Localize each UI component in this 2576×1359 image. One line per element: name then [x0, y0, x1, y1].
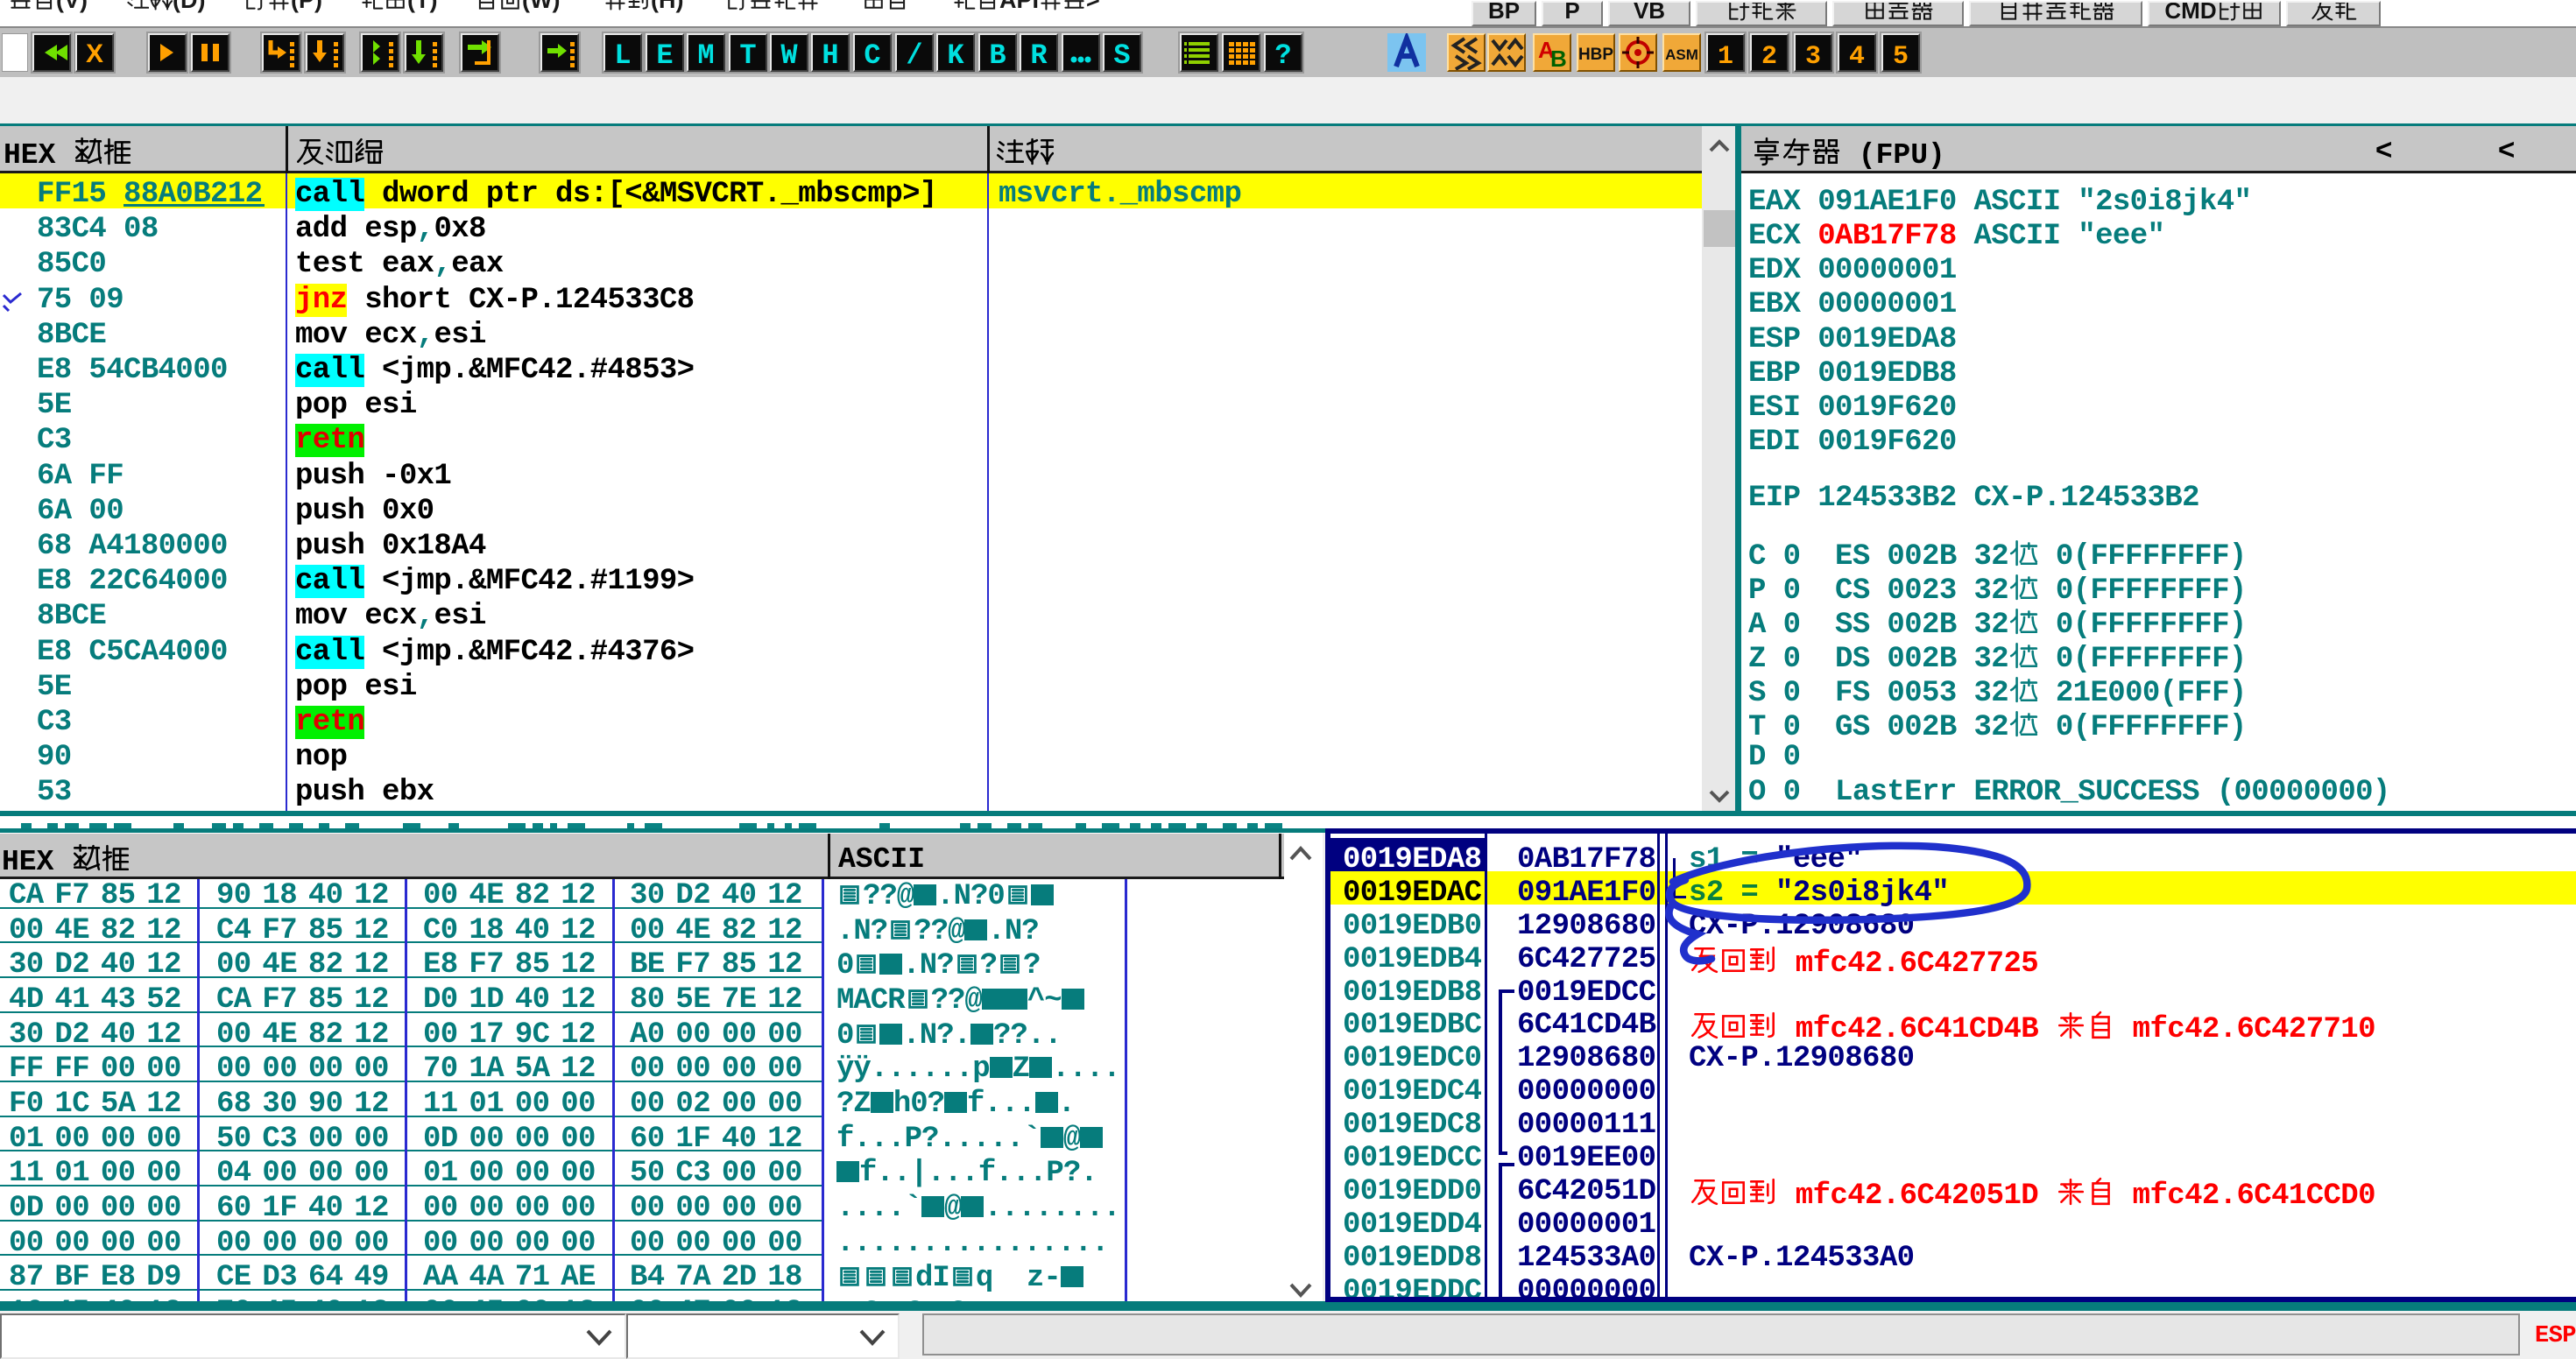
svg-text:/: / — [906, 39, 922, 70]
svg-text:B: B — [1550, 46, 1567, 70]
svg-text:S: S — [1113, 39, 1130, 70]
svg-text:4: 4 — [1849, 42, 1865, 70]
svg-text:R: R — [1030, 39, 1048, 70]
svg-text:T: T — [739, 39, 756, 70]
svg-text:2: 2 — [1761, 42, 1777, 70]
svg-text:L: L — [614, 39, 631, 70]
svg-text:C: C — [864, 39, 880, 70]
svg-text:B: B — [989, 39, 1006, 70]
svg-text:5: 5 — [1893, 42, 1909, 70]
svg-text:E: E — [656, 39, 673, 70]
svg-text:K: K — [947, 39, 964, 70]
svg-text:3: 3 — [1805, 42, 1821, 70]
svg-text:W: W — [780, 39, 798, 70]
svg-text:H: H — [822, 39, 838, 70]
svg-text:X: X — [86, 39, 103, 68]
svg-text:M: M — [697, 39, 714, 70]
svg-text:ASM: ASM — [1665, 46, 1698, 63]
svg-text:1: 1 — [1718, 42, 1733, 70]
svg-text:?: ? — [1274, 39, 1291, 70]
svg-text:HBP: HBP — [1578, 46, 1613, 64]
